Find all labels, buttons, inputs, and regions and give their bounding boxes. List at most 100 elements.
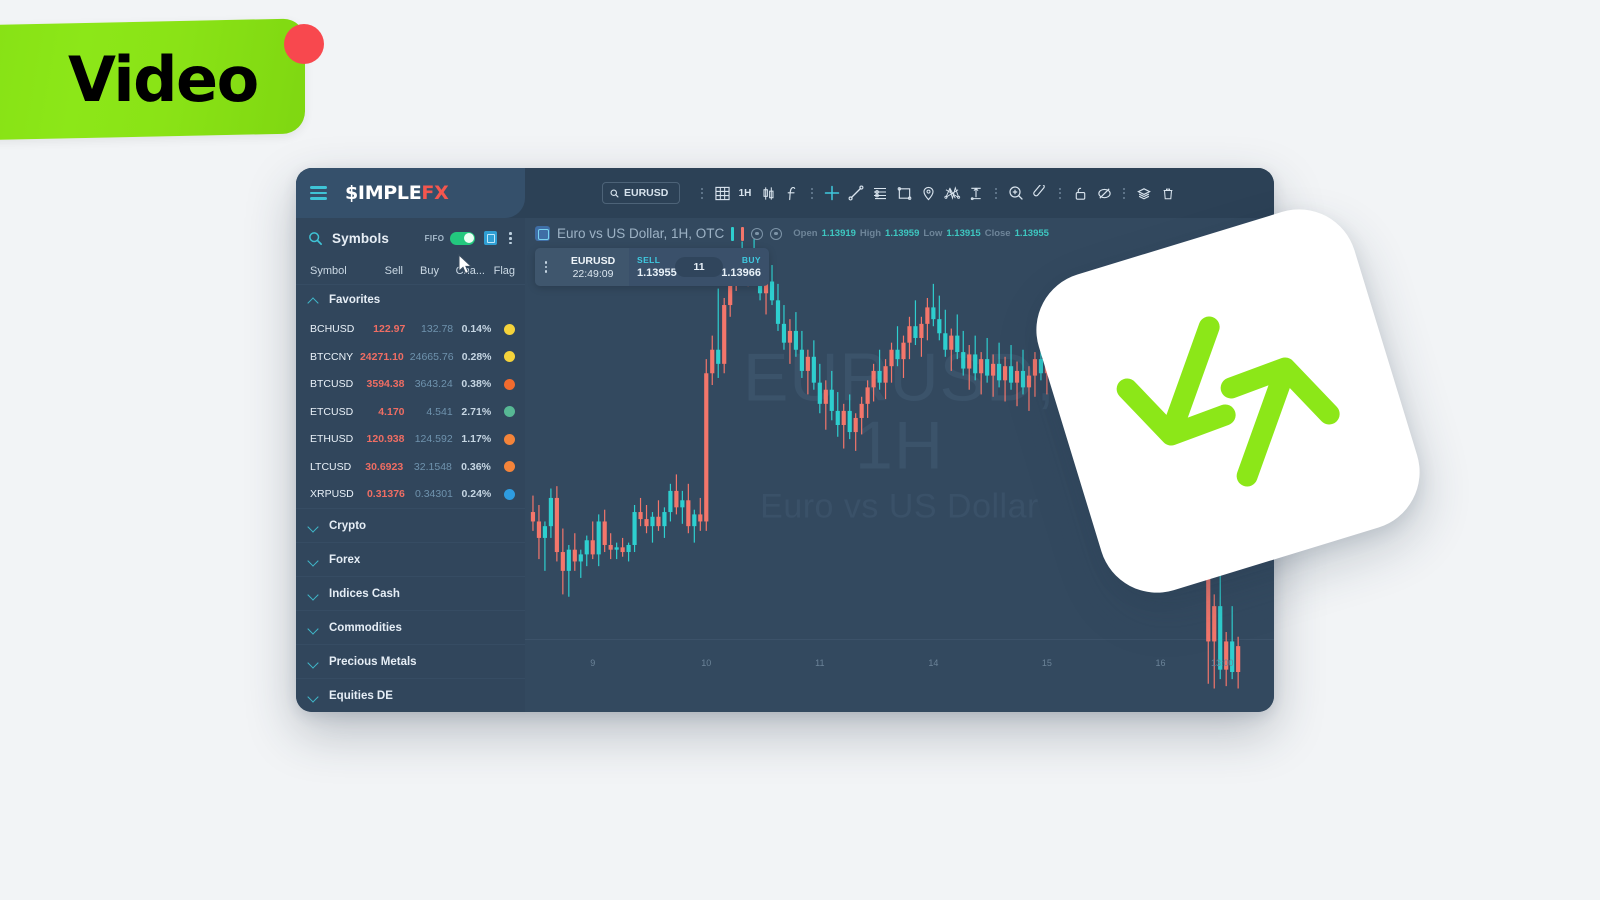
chevron-down-icon	[307, 519, 320, 532]
symbol-row[interactable]: ETCUSD 4.170 4.541 2.71%	[296, 398, 525, 426]
symbol-row[interactable]: BTCCNY 24271.10 24665.76 0.28%	[296, 343, 525, 371]
column-header-sell: Sell	[384, 265, 403, 278]
symbol-buy: 24665.76	[409, 350, 454, 363]
coin-icon	[504, 488, 515, 500]
toolbar-separator	[701, 187, 703, 199]
symbol-change: 0.38%	[461, 378, 492, 391]
symbol-name: XRPUSD	[310, 488, 354, 501]
kebab-menu-icon[interactable]	[506, 232, 515, 245]
indicators-function-icon[interactable]	[780, 181, 804, 205]
chart-settings-icon[interactable]	[751, 227, 764, 240]
column-header-symbol: Symbol	[310, 265, 347, 278]
ohlc-key: Open	[793, 228, 818, 239]
quick-trade-widget[interactable]: EURUSD 22:49:09 SELL 1.13955 11 BUY 1.13…	[535, 248, 769, 286]
symbol-search-value: EURUSD	[624, 187, 669, 199]
symbol-flag	[491, 433, 515, 445]
ruler-icon[interactable]	[1028, 181, 1052, 205]
group-label: Precious Metals	[329, 655, 417, 668]
hide-icon[interactable]	[1092, 181, 1116, 205]
kebab-menu-icon[interactable]	[542, 261, 551, 273]
symbol-sell: 24271.10	[359, 350, 404, 363]
symbol-sell: 3594.38	[366, 378, 405, 391]
mini-candle-up-icon	[731, 226, 735, 241]
hamburger-icon[interactable]	[310, 186, 327, 200]
symbol-change: 2.71%	[461, 405, 492, 418]
trade-widget-drag-handle[interactable]	[535, 248, 557, 286]
crosshair-icon[interactable]	[820, 181, 844, 205]
rectangle-icon[interactable]	[892, 181, 916, 205]
lock-icon[interactable]	[1068, 181, 1092, 205]
chevron-down-icon	[307, 689, 320, 702]
group-header[interactable]: Commodities	[296, 610, 525, 644]
symbols-header: Symbols FIFO	[296, 218, 525, 258]
trend-line-icon[interactable]	[844, 181, 868, 205]
ohlc-values: Open 1.13919 High 1.13959 Low 1.13915 Close 1.1…	[793, 228, 1049, 239]
record-dot-icon	[284, 24, 324, 64]
coin-icon	[504, 461, 515, 473]
candlestick-type-icon[interactable]	[756, 181, 780, 205]
buy-button[interactable]: BUY 1.13966	[721, 255, 761, 279]
quantity-input[interactable]: 11	[675, 257, 723, 277]
symbols-sidebar: Symbols FIFO Symbol Sell Buy Cha... Flag	[296, 218, 525, 712]
symbol-buy: 4.541	[426, 405, 453, 418]
coin-icon	[504, 433, 515, 445]
scribble-icon[interactable]	[940, 181, 964, 205]
search-icon[interactable]	[308, 231, 323, 246]
symbol-name: BTCUSD	[310, 378, 354, 391]
favorites-list: BCHUSD 122.97 132.78 0.14% BTCCNY 24271.10 246…	[296, 316, 525, 509]
symbol-search-button[interactable]: EURUSD	[602, 182, 680, 204]
timeframe-1h-icon[interactable]: 1H	[734, 181, 756, 205]
symbol-buy: 3643.24	[414, 378, 453, 391]
chevron-down-icon	[307, 621, 320, 634]
grid-layout-icon[interactable]	[710, 181, 734, 205]
measure-icon[interactable]	[964, 181, 988, 205]
symbol-flag	[492, 351, 515, 363]
toolbar-separator-5	[1123, 187, 1125, 199]
trade-widget-symbol: EURUSD 22:49:09	[557, 248, 629, 286]
symbol-row[interactable]: XRPUSD 0.31376 0.34301 0.24%	[296, 481, 525, 509]
logo-text-accent: FX	[421, 182, 449, 204]
symbol-flag	[491, 323, 515, 335]
pin-marker-icon[interactable]	[916, 181, 940, 205]
calendar-icon[interactable]	[484, 231, 498, 246]
symbol-change: 0.24%	[461, 488, 492, 501]
fib-channel-icon[interactable]	[868, 181, 892, 205]
symbol-row[interactable]: BCHUSD 122.97 132.78 0.14%	[296, 316, 525, 344]
brand-zone: $IMPLEFX	[296, 168, 525, 218]
x-axis-tick: 9	[590, 658, 596, 668]
app-topbar: $IMPLEFX EURUSD 1H	[296, 168, 1274, 218]
ohlc-value: 1.13959	[885, 228, 920, 239]
ohlc-value: 1.13955	[1014, 228, 1049, 239]
group-header[interactable]: Crypto	[296, 508, 525, 542]
group-header[interactable]: Equities DE	[296, 678, 525, 712]
symbol-sell: 0.31376	[366, 488, 405, 501]
buy-label: BUY	[741, 255, 761, 265]
trade-symbol-label: EURUSD	[570, 254, 616, 267]
trash-icon[interactable]	[1156, 181, 1180, 205]
symbol-row[interactable]: ETHUSD 120.938 124.592 1.17%	[296, 426, 525, 454]
group-header-favorites[interactable]: Favorites	[296, 284, 525, 315]
swap-arrows-icon	[1116, 316, 1340, 486]
chart-fullscreen-icon[interactable]	[770, 227, 783, 240]
symbol-change: 0.36%	[461, 460, 491, 473]
symbol-row[interactable]: BTCUSD 3594.38 3643.24 0.38%	[296, 371, 525, 399]
group-header[interactable]: Forex	[296, 542, 525, 576]
fifo-label: FIFO	[424, 233, 445, 243]
symbol-buy: 0.34301	[414, 488, 453, 501]
fifo-switch[interactable]	[450, 231, 476, 245]
toolbar-separator-2	[811, 187, 813, 199]
mini-candle-down-icon	[741, 226, 745, 241]
zoom-in-icon[interactable]	[1004, 181, 1028, 205]
fifo-toggle[interactable]: FIFO	[424, 231, 476, 245]
buy-price: 1.13966	[721, 267, 761, 279]
group-header[interactable]: Indices Cash	[296, 576, 525, 610]
symbol-buy: 32.1548	[413, 460, 452, 473]
symbol-row[interactable]: LTCUSD 30.6923 32.1548 0.36%	[296, 453, 525, 481]
symbol-name: BTCCNY	[310, 350, 354, 363]
layers-icon[interactable]	[1132, 181, 1156, 205]
sell-button[interactable]: SELL 1.13955	[637, 255, 677, 279]
symbol-sell: 120.938	[366, 433, 405, 446]
coin-icon	[504, 351, 515, 363]
video-badge-label: Video	[67, 43, 258, 117]
group-header[interactable]: Precious Metals	[296, 644, 525, 678]
